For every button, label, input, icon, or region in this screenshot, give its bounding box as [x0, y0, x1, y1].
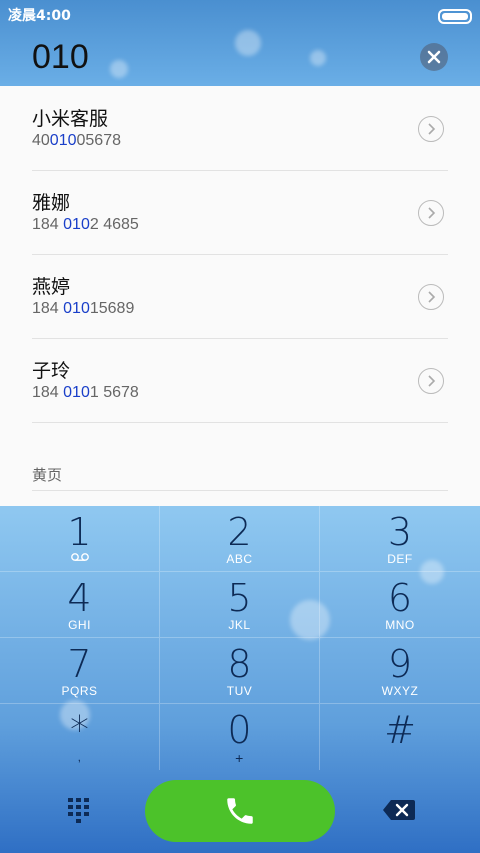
contact-name: 小米客服: [32, 108, 109, 130]
key-digit: 4: [67, 576, 92, 620]
key-5[interactable]: 5 JKL: [160, 572, 320, 638]
key-digit: 7: [67, 642, 92, 686]
background-bokeh: [235, 30, 261, 56]
contact-detail-button[interactable]: [418, 200, 444, 226]
key-digit: 3: [387, 510, 413, 554]
key-digit: 8: [227, 642, 252, 686]
key-letters: JKL: [228, 618, 251, 632]
chevron-right-icon: [428, 291, 436, 303]
key-letters: +: [235, 750, 244, 766]
key-digit: #: [384, 708, 416, 752]
status-time: 凌晨4:00: [8, 8, 71, 24]
phone-icon: [227, 798, 253, 824]
matched-digits: 010: [63, 300, 90, 317]
contact-result-row[interactable]: 小米客服 4001005678: [32, 86, 448, 171]
call-button[interactable]: [145, 780, 335, 842]
key-0[interactable]: 0 +: [160, 704, 320, 770]
background-bokeh: [110, 60, 128, 78]
dialpad-icon: [68, 798, 89, 823]
yellow-pages-label: 黄页: [32, 466, 63, 484]
matched-digits: 010: [49, 132, 77, 149]
backspace-icon: [383, 800, 415, 820]
contact-number: 184 0102 4685: [32, 216, 139, 233]
dial-keypad: 1 2 ABC 3 DEF 4 GHI 5 JKL 6 MNO 7 PQRS 8…: [0, 506, 480, 770]
matched-digits: 010: [63, 384, 90, 401]
matched-digits: 010: [63, 216, 90, 233]
key-digit: 5: [227, 576, 252, 620]
contact-name: 燕婷: [32, 276, 71, 298]
search-results-panel: 小米客服 4001005678 雅娜 184 0102 4685 燕婷 184 …: [0, 86, 480, 506]
battery-icon: [438, 9, 472, 24]
key-letters: ABC: [226, 552, 253, 566]
chevron-right-icon: [428, 123, 436, 135]
contact-name: 雅娜: [32, 192, 71, 214]
status-bar: 凌晨4:00: [0, 0, 480, 28]
key-digit: 2: [227, 510, 252, 554]
key-digit: 6: [387, 576, 413, 620]
key-3[interactable]: 3 DEF: [320, 506, 480, 572]
key-letters: TUV: [226, 684, 253, 698]
clear-button[interactable]: [420, 43, 448, 71]
key-letters: DEF: [387, 552, 413, 566]
key-7[interactable]: 7 PQRS: [0, 638, 160, 704]
key-4[interactable]: 4 GHI: [0, 572, 160, 638]
contact-number: 4001005678: [32, 132, 121, 149]
key-digit: *: [70, 708, 89, 752]
background-bokeh: [310, 50, 326, 66]
contact-result-row[interactable]: 燕婷 184 01015689: [32, 254, 448, 339]
key-6[interactable]: 6 MNO: [320, 572, 480, 638]
dialed-number: 010: [32, 38, 89, 76]
key-2[interactable]: 2 ABC: [160, 506, 320, 572]
backspace-button[interactable]: [382, 798, 416, 822]
contact-result-row[interactable]: 子玲 184 0101 5678: [32, 338, 448, 423]
chevron-right-icon: [428, 207, 436, 219]
bottom-action-bar: [0, 770, 480, 853]
contact-detail-button[interactable]: [418, 116, 444, 142]
contact-detail-button[interactable]: [418, 284, 444, 310]
dialpad-toggle-button[interactable]: [64, 796, 96, 824]
contact-number: 184 0101 5678: [32, 384, 139, 401]
key-8[interactable]: 8 TUV: [160, 638, 320, 704]
key-letters: WXYZ: [381, 684, 419, 698]
key-1[interactable]: 1: [0, 506, 160, 572]
contact-name: 子玲: [32, 360, 71, 382]
key-digit: 0: [227, 708, 252, 752]
key-hash[interactable]: #: [320, 704, 480, 770]
yellow-pages-section[interactable]: 黄页: [32, 448, 448, 491]
key-letters: MNO: [385, 618, 415, 632]
key-letters: ,: [77, 750, 82, 764]
key-digit: 9: [387, 642, 413, 686]
key-letters: GHI: [68, 618, 91, 632]
key-digit: 1: [67, 510, 92, 554]
contact-number: 184 01015689: [32, 300, 135, 317]
key-star[interactable]: * ,: [0, 704, 160, 770]
contact-result-row[interactable]: 雅娜 184 0102 4685: [32, 170, 448, 255]
contact-detail-button[interactable]: [418, 368, 444, 394]
key-9[interactable]: 9 WXYZ: [320, 638, 480, 704]
key-letters: PQRS: [61, 684, 98, 698]
chevron-right-icon: [428, 375, 436, 387]
close-icon: [427, 50, 441, 64]
